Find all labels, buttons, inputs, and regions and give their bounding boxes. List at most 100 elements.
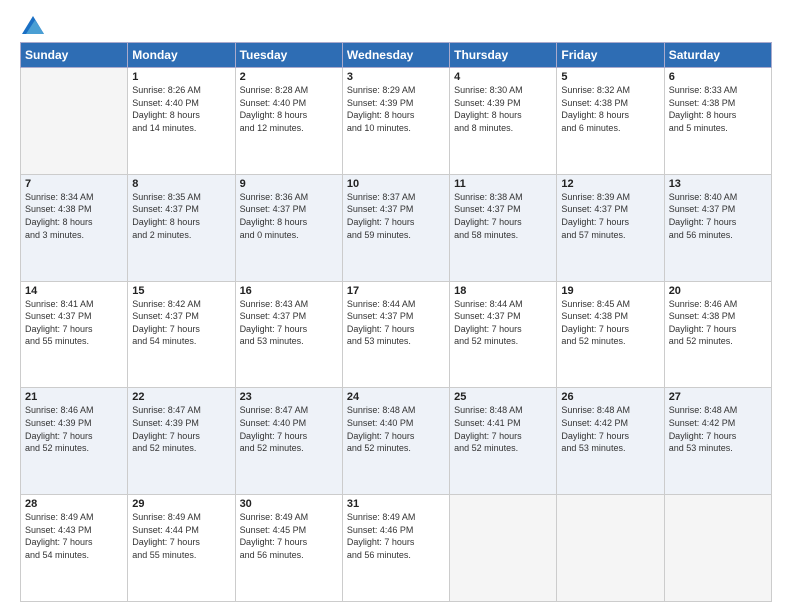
weekday-tuesday: Tuesday xyxy=(235,43,342,68)
day-cell-29: 29Sunrise: 8:49 AM Sunset: 4:44 PM Dayli… xyxy=(128,495,235,602)
day-cell-3: 3Sunrise: 8:29 AM Sunset: 4:39 PM Daylig… xyxy=(342,68,449,175)
day-info: Sunrise: 8:42 AM Sunset: 4:37 PM Dayligh… xyxy=(132,298,230,348)
day-cell-14: 14Sunrise: 8:41 AM Sunset: 4:37 PM Dayli… xyxy=(21,281,128,388)
day-number: 10 xyxy=(347,178,445,190)
day-number: 15 xyxy=(132,285,230,297)
empty-cell xyxy=(557,495,664,602)
calendar-week-4: 21Sunrise: 8:46 AM Sunset: 4:39 PM Dayli… xyxy=(21,388,772,495)
day-number: 1 xyxy=(132,71,230,83)
day-info: Sunrise: 8:28 AM Sunset: 4:40 PM Dayligh… xyxy=(240,84,338,134)
day-number: 29 xyxy=(132,498,230,510)
day-cell-10: 10Sunrise: 8:37 AM Sunset: 4:37 PM Dayli… xyxy=(342,174,449,281)
day-info: Sunrise: 8:32 AM Sunset: 4:38 PM Dayligh… xyxy=(561,84,659,134)
day-number: 31 xyxy=(347,498,445,510)
day-cell-13: 13Sunrise: 8:40 AM Sunset: 4:37 PM Dayli… xyxy=(664,174,771,281)
day-cell-2: 2Sunrise: 8:28 AM Sunset: 4:40 PM Daylig… xyxy=(235,68,342,175)
day-cell-4: 4Sunrise: 8:30 AM Sunset: 4:39 PM Daylig… xyxy=(450,68,557,175)
empty-cell xyxy=(21,68,128,175)
day-info: Sunrise: 8:43 AM Sunset: 4:37 PM Dayligh… xyxy=(240,298,338,348)
day-cell-31: 31Sunrise: 8:49 AM Sunset: 4:46 PM Dayli… xyxy=(342,495,449,602)
day-number: 11 xyxy=(454,178,552,190)
day-info: Sunrise: 8:48 AM Sunset: 4:41 PM Dayligh… xyxy=(454,404,552,454)
day-number: 2 xyxy=(240,71,338,83)
day-cell-12: 12Sunrise: 8:39 AM Sunset: 4:37 PM Dayli… xyxy=(557,174,664,281)
day-cell-19: 19Sunrise: 8:45 AM Sunset: 4:38 PM Dayli… xyxy=(557,281,664,388)
calendar-week-3: 14Sunrise: 8:41 AM Sunset: 4:37 PM Dayli… xyxy=(21,281,772,388)
weekday-header-row: SundayMondayTuesdayWednesdayThursdayFrid… xyxy=(21,43,772,68)
day-number: 19 xyxy=(561,285,659,297)
day-number: 27 xyxy=(669,391,767,403)
calendar-week-1: 1Sunrise: 8:26 AM Sunset: 4:40 PM Daylig… xyxy=(21,68,772,175)
day-cell-15: 15Sunrise: 8:42 AM Sunset: 4:37 PM Dayli… xyxy=(128,281,235,388)
day-cell-30: 30Sunrise: 8:49 AM Sunset: 4:45 PM Dayli… xyxy=(235,495,342,602)
day-number: 18 xyxy=(454,285,552,297)
day-cell-5: 5Sunrise: 8:32 AM Sunset: 4:38 PM Daylig… xyxy=(557,68,664,175)
header xyxy=(20,16,772,32)
day-cell-20: 20Sunrise: 8:46 AM Sunset: 4:38 PM Dayli… xyxy=(664,281,771,388)
day-cell-8: 8Sunrise: 8:35 AM Sunset: 4:37 PM Daylig… xyxy=(128,174,235,281)
day-info: Sunrise: 8:49 AM Sunset: 4:43 PM Dayligh… xyxy=(25,511,123,561)
day-cell-1: 1Sunrise: 8:26 AM Sunset: 4:40 PM Daylig… xyxy=(128,68,235,175)
day-cell-28: 28Sunrise: 8:49 AM Sunset: 4:43 PM Dayli… xyxy=(21,495,128,602)
day-number: 21 xyxy=(25,391,123,403)
day-number: 24 xyxy=(347,391,445,403)
day-info: Sunrise: 8:49 AM Sunset: 4:44 PM Dayligh… xyxy=(132,511,230,561)
weekday-wednesday: Wednesday xyxy=(342,43,449,68)
day-cell-27: 27Sunrise: 8:48 AM Sunset: 4:42 PM Dayli… xyxy=(664,388,771,495)
day-info: Sunrise: 8:37 AM Sunset: 4:37 PM Dayligh… xyxy=(347,191,445,241)
day-cell-26: 26Sunrise: 8:48 AM Sunset: 4:42 PM Dayli… xyxy=(557,388,664,495)
day-info: Sunrise: 8:40 AM Sunset: 4:37 PM Dayligh… xyxy=(669,191,767,241)
day-cell-18: 18Sunrise: 8:44 AM Sunset: 4:37 PM Dayli… xyxy=(450,281,557,388)
day-info: Sunrise: 8:26 AM Sunset: 4:40 PM Dayligh… xyxy=(132,84,230,134)
day-number: 22 xyxy=(132,391,230,403)
calendar-week-2: 7Sunrise: 8:34 AM Sunset: 4:38 PM Daylig… xyxy=(21,174,772,281)
day-number: 12 xyxy=(561,178,659,190)
day-info: Sunrise: 8:30 AM Sunset: 4:39 PM Dayligh… xyxy=(454,84,552,134)
day-info: Sunrise: 8:35 AM Sunset: 4:37 PM Dayligh… xyxy=(132,191,230,241)
day-number: 3 xyxy=(347,71,445,83)
empty-cell xyxy=(664,495,771,602)
weekday-thursday: Thursday xyxy=(450,43,557,68)
day-cell-17: 17Sunrise: 8:44 AM Sunset: 4:37 PM Dayli… xyxy=(342,281,449,388)
day-cell-24: 24Sunrise: 8:48 AM Sunset: 4:40 PM Dayli… xyxy=(342,388,449,495)
day-info: Sunrise: 8:38 AM Sunset: 4:37 PM Dayligh… xyxy=(454,191,552,241)
weekday-saturday: Saturday xyxy=(664,43,771,68)
day-info: Sunrise: 8:48 AM Sunset: 4:42 PM Dayligh… xyxy=(561,404,659,454)
day-number: 13 xyxy=(669,178,767,190)
day-info: Sunrise: 8:49 AM Sunset: 4:46 PM Dayligh… xyxy=(347,511,445,561)
day-cell-7: 7Sunrise: 8:34 AM Sunset: 4:38 PM Daylig… xyxy=(21,174,128,281)
day-info: Sunrise: 8:41 AM Sunset: 4:37 PM Dayligh… xyxy=(25,298,123,348)
main-container: SundayMondayTuesdayWednesdayThursdayFrid… xyxy=(0,0,792,612)
day-info: Sunrise: 8:34 AM Sunset: 4:38 PM Dayligh… xyxy=(25,191,123,241)
day-number: 16 xyxy=(240,285,338,297)
day-info: Sunrise: 8:44 AM Sunset: 4:37 PM Dayligh… xyxy=(347,298,445,348)
day-info: Sunrise: 8:47 AM Sunset: 4:40 PM Dayligh… xyxy=(240,404,338,454)
day-number: 26 xyxy=(561,391,659,403)
day-info: Sunrise: 8:39 AM Sunset: 4:37 PM Dayligh… xyxy=(561,191,659,241)
day-cell-21: 21Sunrise: 8:46 AM Sunset: 4:39 PM Dayli… xyxy=(21,388,128,495)
logo xyxy=(20,16,44,32)
day-number: 8 xyxy=(132,178,230,190)
weekday-sunday: Sunday xyxy=(21,43,128,68)
day-cell-16: 16Sunrise: 8:43 AM Sunset: 4:37 PM Dayli… xyxy=(235,281,342,388)
day-number: 7 xyxy=(25,178,123,190)
day-number: 28 xyxy=(25,498,123,510)
day-number: 5 xyxy=(561,71,659,83)
day-number: 17 xyxy=(347,285,445,297)
calendar-body: 1Sunrise: 8:26 AM Sunset: 4:40 PM Daylig… xyxy=(21,68,772,602)
calendar-week-5: 28Sunrise: 8:49 AM Sunset: 4:43 PM Dayli… xyxy=(21,495,772,602)
day-cell-25: 25Sunrise: 8:48 AM Sunset: 4:41 PM Dayli… xyxy=(450,388,557,495)
day-info: Sunrise: 8:29 AM Sunset: 4:39 PM Dayligh… xyxy=(347,84,445,134)
day-info: Sunrise: 8:47 AM Sunset: 4:39 PM Dayligh… xyxy=(132,404,230,454)
day-info: Sunrise: 8:49 AM Sunset: 4:45 PM Dayligh… xyxy=(240,511,338,561)
day-info: Sunrise: 8:48 AM Sunset: 4:40 PM Dayligh… xyxy=(347,404,445,454)
day-cell-11: 11Sunrise: 8:38 AM Sunset: 4:37 PM Dayli… xyxy=(450,174,557,281)
day-number: 4 xyxy=(454,71,552,83)
logo-icon xyxy=(22,16,44,34)
day-number: 6 xyxy=(669,71,767,83)
day-cell-9: 9Sunrise: 8:36 AM Sunset: 4:37 PM Daylig… xyxy=(235,174,342,281)
weekday-friday: Friday xyxy=(557,43,664,68)
day-info: Sunrise: 8:36 AM Sunset: 4:37 PM Dayligh… xyxy=(240,191,338,241)
day-info: Sunrise: 8:33 AM Sunset: 4:38 PM Dayligh… xyxy=(669,84,767,134)
day-cell-6: 6Sunrise: 8:33 AM Sunset: 4:38 PM Daylig… xyxy=(664,68,771,175)
